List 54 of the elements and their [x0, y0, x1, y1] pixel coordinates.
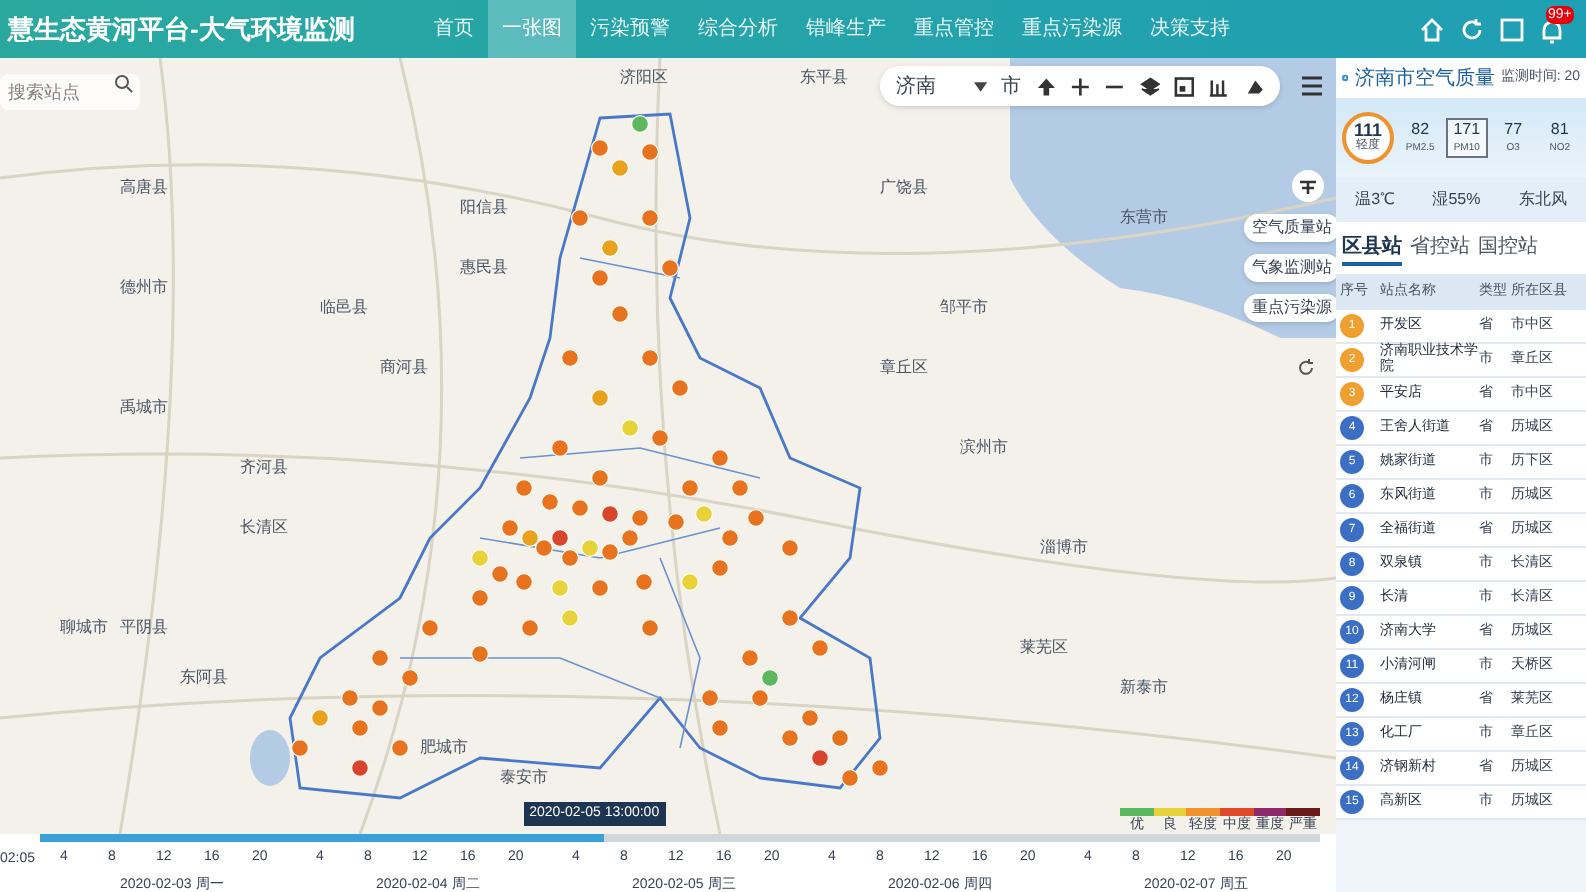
- refresh-icon[interactable]: [1296, 358, 1316, 378]
- weather-reading: 东北风: [1518, 188, 1567, 212]
- map-label: 东营市: [1120, 208, 1168, 228]
- map-label: 莱芜区: [1020, 638, 1068, 658]
- map-label: 惠民县: [460, 258, 508, 278]
- station-tab[interactable]: 国控站: [1478, 231, 1538, 265]
- app-title: 慧生态黄河平台-大气环境监测: [8, 11, 357, 48]
- map-label: 禹城市: [120, 398, 168, 418]
- layer-button[interactable]: 空气质量站: [1244, 214, 1336, 242]
- weather-reading: 湿55%: [1432, 188, 1481, 212]
- map-label: 广饶县: [880, 178, 928, 198]
- zoom-in-icon[interactable]: [1069, 75, 1091, 97]
- map-label: 长清区: [240, 518, 288, 538]
- eraser-icon[interactable]: [1243, 75, 1264, 97]
- refresh-icon[interactable]: [1458, 15, 1486, 43]
- map-label: 章丘区: [880, 358, 928, 378]
- map-label: 齐河县: [240, 458, 288, 478]
- layer-button[interactable]: 气象监测站: [1244, 254, 1336, 282]
- map-label: 高唐县: [120, 178, 168, 198]
- map-label: 德州市: [120, 278, 168, 298]
- station-tab[interactable]: 区县站: [1342, 231, 1402, 265]
- weather-reading: 温3℃: [1355, 188, 1395, 212]
- map-label: 聊城市: [60, 618, 108, 638]
- map-label: 新泰市: [1120, 678, 1168, 698]
- search-field[interactable]: 搜索站点: [0, 74, 140, 110]
- city-dropdown[interactable]: 济南: [896, 71, 960, 101]
- map-label: 东平县: [800, 68, 848, 88]
- map-label: 济阳区: [620, 68, 668, 88]
- menu-icon[interactable]: [1300, 74, 1324, 98]
- map-label: 临邑县: [320, 298, 368, 318]
- map-label: 平阴县: [120, 618, 168, 638]
- map-label: 滨州市: [960, 438, 1008, 458]
- map-label: 商河县: [380, 358, 428, 378]
- timeline-track[interactable]: [40, 834, 1320, 842]
- panel-title: 济南市空气质量: [1354, 65, 1495, 93]
- lake: [250, 730, 290, 786]
- district-dropdown[interactable]: 市: [1001, 71, 1022, 101]
- map-label: 淄博市: [1040, 538, 1088, 558]
- map-label: 阳信县: [460, 198, 508, 218]
- home-icon[interactable]: [1418, 15, 1446, 43]
- map-label: 泰安市: [500, 768, 548, 788]
- map-label: 肥城市: [420, 738, 468, 758]
- layers-icon[interactable]: [1139, 75, 1160, 97]
- aqi-value: 111: [1353, 122, 1383, 140]
- bell-icon[interactable]: [1538, 17, 1566, 45]
- station-tab[interactable]: 省控站: [1410, 231, 1470, 265]
- map-label: 东阿县: [180, 668, 228, 688]
- caret-icon[interactable]: [973, 81, 988, 91]
- fullscreen-icon[interactable]: [1498, 15, 1526, 43]
- layer-button[interactable]: 重点污染源: [1244, 294, 1336, 322]
- map-label: 邹平市: [940, 298, 988, 318]
- frame-icon[interactable]: [1173, 75, 1195, 97]
- search-icon[interactable]: [114, 74, 134, 94]
- layers-toggle-icon[interactable]: [1292, 170, 1324, 202]
